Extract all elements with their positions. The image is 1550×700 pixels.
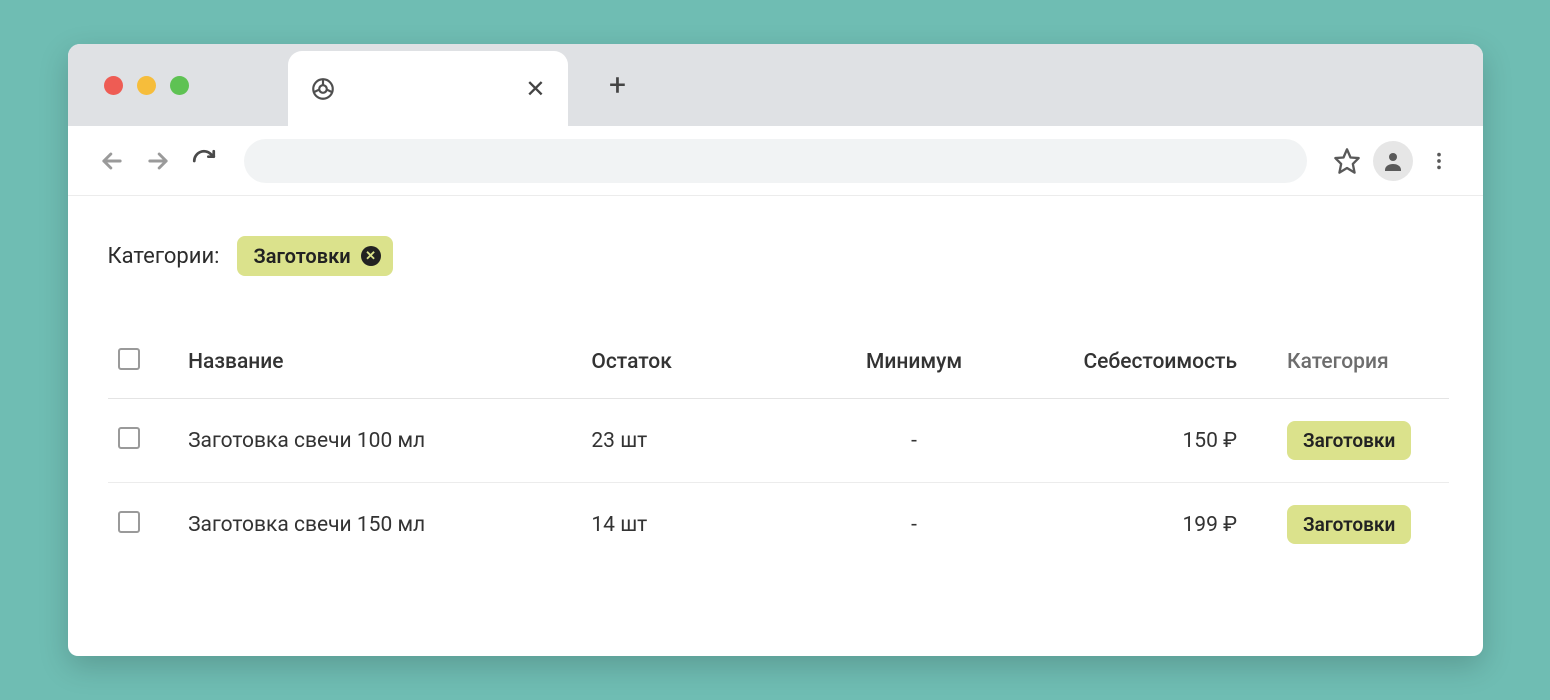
remove-filter-icon[interactable]: ✕ [361, 246, 381, 266]
forward-button[interactable] [138, 141, 178, 181]
filter-label: Категории: [108, 244, 220, 269]
filter-bar: Категории: Заготовки ✕ [108, 236, 1449, 276]
table-header-row: Название Остаток Минимум Себестоимость К… [108, 326, 1449, 399]
header-category[interactable]: Категория [1277, 326, 1448, 399]
cell-min: - [783, 399, 1045, 483]
browser-tab[interactable]: ✕ [288, 51, 568, 126]
header-name[interactable]: Название [178, 326, 581, 399]
back-button[interactable] [92, 141, 132, 181]
browser-toolbar [68, 126, 1483, 196]
minimize-window-button[interactable] [137, 76, 156, 95]
chrome-icon [310, 76, 336, 102]
cell-min: - [783, 483, 1045, 567]
page-content: Категории: Заготовки ✕ Название Остаток … [68, 196, 1483, 656]
reload-button[interactable] [184, 141, 224, 181]
address-bar[interactable] [244, 139, 1307, 183]
cell-name: Заготовка свечи 150 мл [178, 483, 581, 567]
window-controls [68, 76, 189, 95]
row-checkbox[interactable] [118, 427, 140, 449]
browser-window: ✕ + Категории: Заготовки ✕ [68, 44, 1483, 656]
table-row[interactable]: Заготовка свечи 150 мл 14 шт - 199 ₽ Заг… [108, 483, 1449, 567]
header-min[interactable]: Минимум [783, 326, 1045, 399]
table-row[interactable]: Заготовка свечи 100 мл 23 шт - 150 ₽ Заг… [108, 399, 1449, 483]
tab-strip: ✕ + [68, 44, 1483, 126]
close-tab-icon[interactable]: ✕ [525, 75, 545, 103]
category-pill[interactable]: Заготовки [1287, 421, 1411, 460]
category-pill[interactable]: Заготовки [1287, 505, 1411, 544]
cell-stock: 23 шт [581, 399, 783, 483]
new-tab-button[interactable]: + [588, 44, 648, 126]
kebab-menu-icon[interactable] [1419, 141, 1459, 181]
maximize-window-button[interactable] [170, 76, 189, 95]
close-window-button[interactable] [104, 76, 123, 95]
filter-chip[interactable]: Заготовки ✕ [237, 236, 392, 276]
items-table: Название Остаток Минимум Себестоимость К… [108, 326, 1449, 566]
bookmark-star-icon[interactable] [1327, 141, 1367, 181]
header-stock[interactable]: Остаток [581, 326, 783, 399]
cell-stock: 14 шт [581, 483, 783, 567]
select-all-checkbox[interactable] [118, 348, 140, 370]
row-checkbox[interactable] [118, 511, 140, 533]
cell-name: Заготовка свечи 100 мл [178, 399, 581, 483]
profile-avatar-icon[interactable] [1373, 141, 1413, 181]
cell-cost: 199 ₽ [1045, 483, 1277, 567]
cell-cost: 150 ₽ [1045, 399, 1277, 483]
header-cost[interactable]: Себестоимость [1045, 326, 1277, 399]
filter-chip-text: Заготовки [253, 244, 350, 268]
